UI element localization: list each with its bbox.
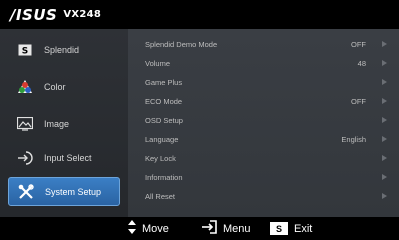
row-label: Key Lock xyxy=(145,153,176,163)
row-label: Information xyxy=(145,172,183,182)
menu-row-language[interactable]: Language English xyxy=(128,130,399,149)
row-value: English xyxy=(341,134,366,144)
osd-sidebar: S Splendid Color Image Input Select Syst… xyxy=(0,29,128,217)
menu-row-eco-mode[interactable]: ECO Mode OFF xyxy=(128,92,399,111)
sidebar-item-system-setup[interactable]: System Setup xyxy=(8,177,120,206)
menu-row-volume[interactable]: Volume 48 xyxy=(128,54,399,73)
chevron-right-icon xyxy=(382,79,387,86)
row-label: All Reset xyxy=(145,191,176,201)
up-down-arrows-icon xyxy=(128,220,136,237)
tools-icon xyxy=(17,183,35,201)
sidebar-item-label: Input Select xyxy=(44,152,92,163)
sidebar-item-color[interactable]: Color xyxy=(8,72,120,101)
sidebar-item-label: Splendid xyxy=(44,44,80,55)
brand: /ISUS VX248 xyxy=(10,6,101,24)
exit-hint: S Exit xyxy=(270,222,312,235)
row-label: Language xyxy=(145,134,179,144)
brand-logo: /ISUS xyxy=(10,5,58,24)
sidebar-item-input-select[interactable]: Input Select xyxy=(8,143,120,172)
menu-row-osd-setup[interactable]: OSD Setup xyxy=(128,111,399,130)
settings-panel: Splendid Demo Mode OFF Volume 48 Game Pl… xyxy=(128,29,399,217)
chevron-right-icon xyxy=(382,174,387,181)
input-select-icon xyxy=(16,149,34,167)
chevron-right-icon xyxy=(382,60,387,67)
row-value: 48 xyxy=(357,58,366,68)
sidebar-item-label: Image xyxy=(44,118,70,129)
menu-row-key-lock[interactable]: Key Lock xyxy=(128,149,399,168)
menu-label: Menu xyxy=(223,222,251,235)
model-name: VX248 xyxy=(63,9,102,20)
exit-label: Exit xyxy=(294,222,313,235)
chevron-right-icon xyxy=(382,41,387,48)
menu-hint: Menu xyxy=(201,220,251,237)
chevron-right-icon xyxy=(382,193,387,200)
chevron-right-icon xyxy=(382,117,387,124)
osd-header: /ISUS VX248 xyxy=(0,0,399,29)
chevron-right-icon xyxy=(382,155,387,162)
menu-row-all-reset[interactable]: All Reset xyxy=(128,187,399,206)
sidebar-item-label: System Setup xyxy=(45,186,102,197)
sidebar-item-splendid[interactable]: S Splendid xyxy=(8,35,120,64)
svg-text:S: S xyxy=(22,46,28,56)
row-label: ECO Mode xyxy=(145,96,183,106)
row-label: Splendid Demo Mode xyxy=(145,39,218,49)
move-hint: Move xyxy=(128,220,169,237)
enter-icon xyxy=(201,220,217,237)
row-label: Volume xyxy=(145,58,171,68)
menu-row-information[interactable]: Information xyxy=(128,168,399,187)
menu-row-game-plus[interactable]: Game Plus xyxy=(128,73,399,92)
s-key-icon: S xyxy=(270,222,288,235)
image-icon xyxy=(16,115,34,133)
sidebar-item-image[interactable]: Image xyxy=(8,109,120,138)
menu-row-splendid-demo-mode[interactable]: Splendid Demo Mode OFF xyxy=(128,35,399,54)
row-value: OFF xyxy=(351,96,366,106)
chevron-right-icon xyxy=(382,98,387,105)
s-key-icon: S xyxy=(16,41,34,59)
row-label: OSD Setup xyxy=(145,115,183,125)
chevron-right-icon xyxy=(382,136,387,143)
move-label: Move xyxy=(142,222,169,235)
color-triangle-icon xyxy=(16,78,34,96)
row-label: Game Plus xyxy=(145,77,183,87)
sidebar-item-label: Color xyxy=(44,81,66,92)
row-value: OFF xyxy=(351,39,366,49)
osd-footer: Move Menu S Exit xyxy=(0,217,399,240)
